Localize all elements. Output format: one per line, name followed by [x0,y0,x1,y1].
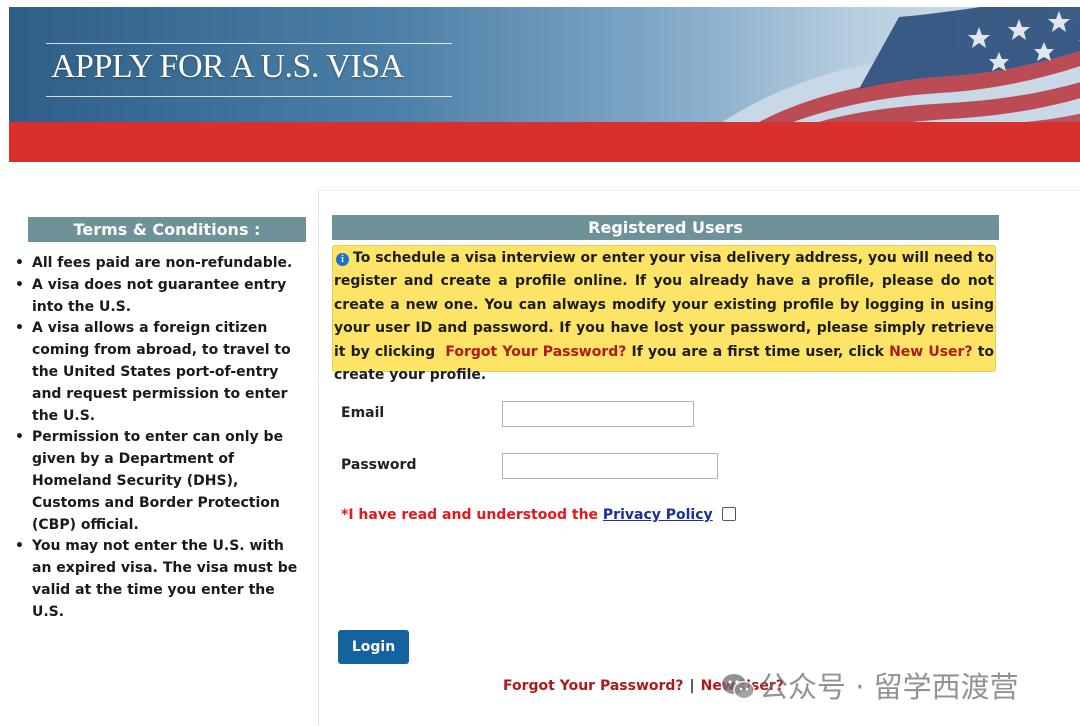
terms-item: All fees paid are non-refundable. [9,253,299,275]
info-notice: i To schedule a visa interview or enter y… [332,245,996,383]
email-label: Email [341,405,385,421]
header-banner: APPLY FOR A U.S. VISA [9,7,1080,122]
watermark-text: 公众号 · 留学西渡营 [759,670,1019,704]
watermark: 公众号 · 留学西渡营 [721,664,1019,706]
info-forgot-password-link[interactable]: Forgot Your Password? [445,344,626,360]
privacy-policy-link[interactable]: Privacy Policy [603,507,713,523]
terms-item: Permission to enter can only be given by… [9,427,299,536]
password-label: Password [341,457,417,473]
privacy-consent-text: *I have read and understood the [341,507,599,523]
terms-header: Terms & Conditions : [28,217,306,242]
forgot-password-link[interactable]: Forgot Your Password? [503,678,684,694]
terms-item: A visa allows a foreign citizen coming f… [9,318,299,427]
email-field[interactable] [502,401,694,427]
registered-users-header: Registered Users [332,215,999,240]
red-stripe [9,122,1080,162]
page-title: APPLY FOR A U.S. VISA [51,48,404,85]
banner-title-frame: APPLY FOR A U.S. VISA [46,43,452,97]
terms-list: All fees paid are non-refundable. A visa… [9,253,299,624]
wechat-icon [722,674,755,700]
terms-item: You may not enter the U.S. with an expir… [9,536,299,623]
privacy-checkbox[interactable] [721,507,736,521]
password-field[interactable] [502,453,718,479]
link-separator: | [689,678,695,694]
info-new-user-link[interactable]: New User? [889,344,972,360]
column-divider [318,190,319,726]
us-flag-graphic [722,7,1080,122]
terms-item: A visa does not guarantee entry into the… [9,275,299,319]
privacy-consent-row: *I have read and understood the Privacy … [341,507,736,523]
login-button[interactable]: Login [338,630,409,664]
info-text-mid: If you are a first time user, click [631,343,884,360]
content-top-rule [318,190,1080,191]
info-icon: i [336,253,349,266]
